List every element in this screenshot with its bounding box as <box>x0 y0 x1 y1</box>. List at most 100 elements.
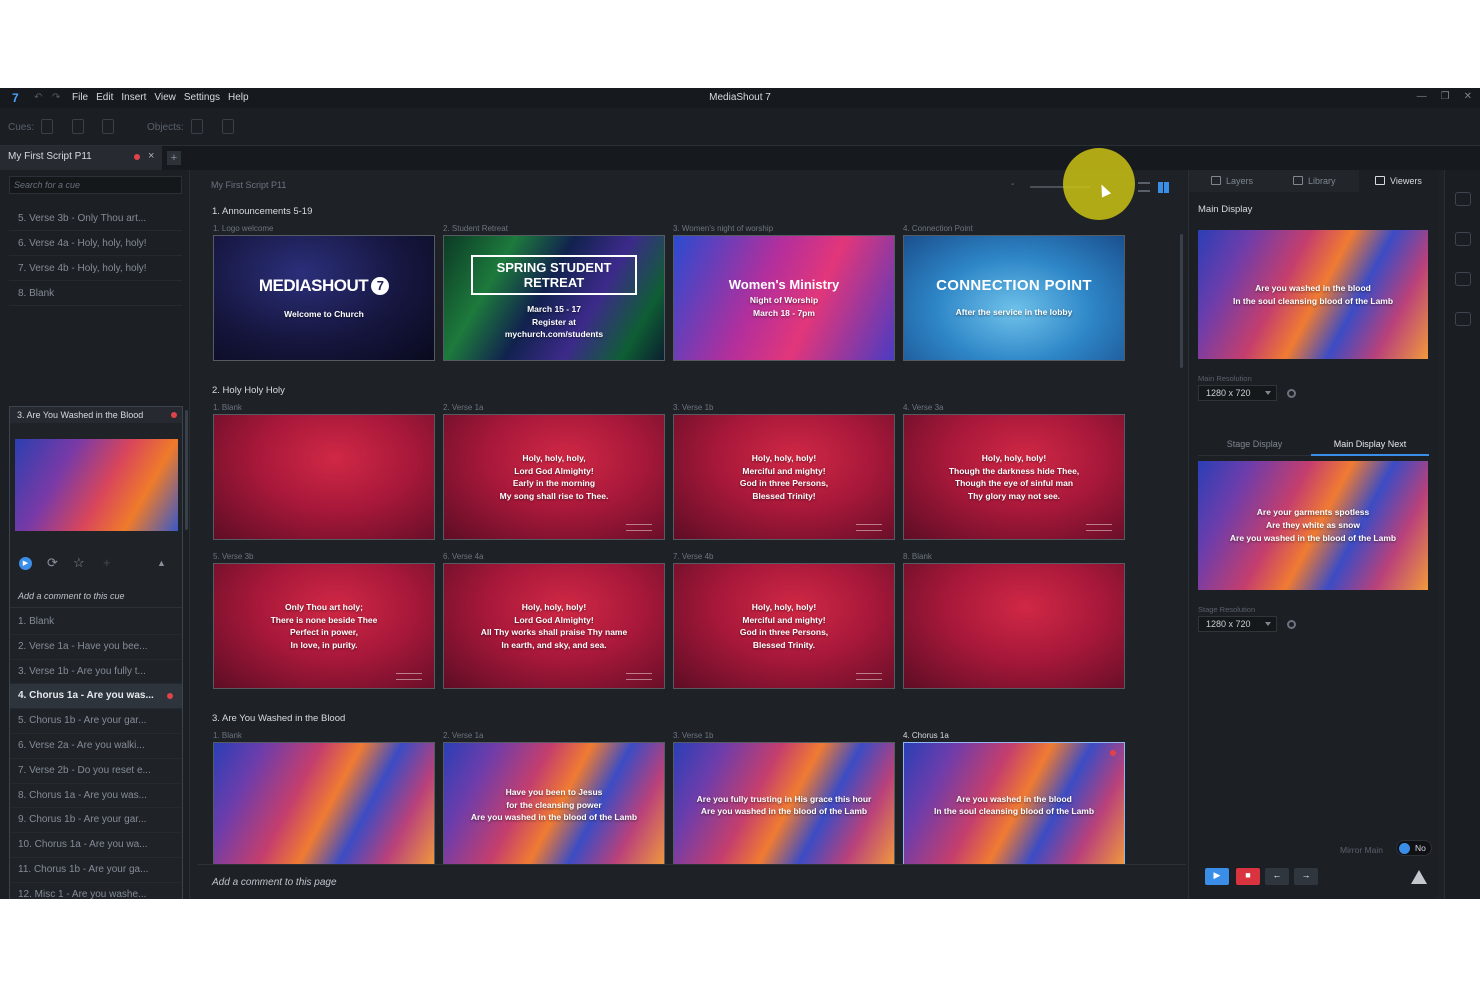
cue-comment[interactable]: Add a comment to this cue <box>10 586 182 608</box>
tab-library[interactable]: Library <box>1293 170 1355 192</box>
clipboard-icon[interactable] <box>1455 312 1471 326</box>
tab-viewers[interactable]: Viewers <box>1359 170 1439 192</box>
grid-view-icon[interactable] <box>1158 182 1169 193</box>
list-item[interactable]: 7. Verse 4b - Holy, holy, holy! <box>9 256 182 281</box>
slide-label: 4. Connection Point <box>903 224 973 233</box>
list-item[interactable]: 5. Chorus 1b - Are your gar... <box>10 709 182 734</box>
live-dot-icon <box>171 412 177 418</box>
list-item[interactable]: 11. Chorus 1b - Are your ga... <box>10 858 182 883</box>
collapse-icon[interactable]: ▲ <box>157 558 166 568</box>
cue-search-input[interactable] <box>9 176 182 194</box>
tab-layers[interactable]: Layers <box>1211 170 1271 192</box>
slide-thumbnail[interactable]: Women's Ministry Night of Worship March 1… <box>673 235 895 361</box>
list-view-icon[interactable] <box>1138 182 1150 192</box>
menu-help[interactable]: Help <box>228 92 249 103</box>
gear-icon[interactable] <box>1287 620 1296 629</box>
slide-thumbnail[interactable]: Are you fully trusting in His grace this… <box>673 742 895 864</box>
slide-thumbnail[interactable]: MEDIASHOUT 7 Welcome to Church <box>213 235 435 361</box>
restore-icon[interactable]: ❐ <box>1441 91 1450 102</box>
star-icon[interactable] <box>1455 272 1471 286</box>
text-object-icon[interactable] <box>191 119 203 134</box>
list-item[interactable]: 4. Chorus 1a - Are you was... <box>10 684 182 710</box>
warning-icon[interactable] <box>1411 870 1427 884</box>
slide-thumbnail[interactable]: SPRING STUDENT RETREAT March 15 - 17 Regi… <box>443 235 665 361</box>
list-item[interactable]: 6. Verse 4a - Holy, holy, holy! <box>9 231 182 256</box>
list-item[interactable]: 8. Blank <box>9 281 182 306</box>
page-comment[interactable]: Add a comment to this page <box>197 864 1186 899</box>
section-title[interactable]: 2. Holy Holy Holy <box>212 385 285 396</box>
wrench-icon[interactable] <box>1455 232 1471 246</box>
menu-edit[interactable]: Edit <box>96 92 113 103</box>
stage-resolution-select[interactable]: 1280 x 720 <box>1198 616 1277 632</box>
close-tab-icon[interactable]: × <box>148 150 154 162</box>
arrow-right-icon: → <box>1301 870 1311 880</box>
slide-thumbnail[interactable] <box>213 742 435 864</box>
slide-thumbnail[interactable]: Only Thou art holy; There is none beside… <box>213 563 435 689</box>
cue-header[interactable]: 3. Are You Washed in the Blood <box>10 407 182 423</box>
new-cue-icon[interactable] <box>41 119 53 134</box>
monitor-icon <box>1375 176 1385 185</box>
minimize-icon[interactable]: — <box>1417 91 1427 102</box>
list-item[interactable]: 5. Verse 3b - Only Thou art... <box>9 206 182 231</box>
slide-thumbnail[interactable]: Holy, holy, holy! Merciful and mighty! G… <box>673 563 895 689</box>
slide-thumbnail[interactable] <box>903 563 1125 689</box>
menu-insert[interactable]: Insert <box>121 92 146 103</box>
list-item[interactable]: 8. Chorus 1a - Are you was... <box>10 784 182 809</box>
loop-icon[interactable]: ⟳ <box>47 555 58 571</box>
list-item[interactable]: 1. Blank <box>10 610 182 635</box>
left-scrollbar[interactable] <box>185 410 188 530</box>
slide-thumbnail[interactable]: Holy, holy, holy, Lord God Almighty! Ear… <box>443 414 665 540</box>
list-item[interactable]: 6. Verse 2a - Are you walki... <box>10 734 182 759</box>
link-icon[interactable] <box>1455 192 1471 206</box>
slide-thumbnail[interactable]: Holy, holy, holy! Merciful and mighty! G… <box>673 414 895 540</box>
list-item[interactable]: 7. Verse 2b - Do you reset e... <box>10 759 182 784</box>
menu-bar: File Edit Insert View Settings Help <box>72 92 249 103</box>
previous-button[interactable]: ← <box>1265 868 1289 885</box>
menu-view[interactable]: View <box>154 92 176 103</box>
live-dot-icon <box>167 693 173 700</box>
gear-icon[interactable] <box>1287 389 1296 398</box>
slide-thumbnail[interactable]: CONNECTION POINT After the service in the… <box>903 235 1125 361</box>
close-window-icon[interactable]: ✕ <box>1464 91 1472 102</box>
script-tab[interactable]: My First Script P11 × <box>0 146 162 170</box>
shape-object-icon[interactable] <box>222 119 234 134</box>
cue-thumbnail[interactable] <box>15 439 178 531</box>
list-item[interactable]: 2. Verse 1a - Have you bee... <box>10 635 182 660</box>
zoom-out-icon[interactable]: - <box>1011 179 1014 190</box>
slide-text: Are you fully trusting in His grace this… <box>696 793 872 817</box>
grid-scrollbar[interactable] <box>1180 234 1183 368</box>
menu-file[interactable]: File <box>72 92 88 103</box>
slide-thumbnail[interactable] <box>213 414 435 540</box>
tab-stage-display[interactable]: Stage Display <box>1198 434 1311 456</box>
add-tab-button[interactable]: + <box>167 151 181 165</box>
section-title[interactable]: 1. Announcements 5-19 <box>212 206 312 217</box>
menu-settings[interactable]: Settings <box>184 92 220 103</box>
mirror-main-toggle[interactable]: No <box>1396 840 1432 856</box>
go-live-button[interactable]: ▶ <box>1205 868 1229 885</box>
slide-thumbnail[interactable]: Holy, holy, holy! Though the darkness hi… <box>903 414 1125 540</box>
audio-cue-icon[interactable] <box>72 119 84 134</box>
breadcrumb: My First Script P11 <box>211 180 287 190</box>
add-icon[interactable]: + <box>103 555 111 570</box>
redo-icon[interactable]: ↷ <box>52 92 60 103</box>
copyright-footer <box>856 673 882 680</box>
next-button[interactable]: → <box>1294 868 1318 885</box>
copyright-footer <box>856 524 882 531</box>
slide-thumbnail[interactable]: Holy, holy, holy! Lord God Almighty! All… <box>443 563 665 689</box>
list-item[interactable]: 12. Misc 1 - Are you washe... <box>10 883 182 899</box>
slide-thumbnail[interactable]: Have you been to Jesus for the cleansing… <box>443 742 665 864</box>
favorite-star-icon[interactable]: ☆ <box>73 555 85 571</box>
slide-text: Holy, holy, holy! Merciful and mighty! G… <box>739 453 829 501</box>
list-item[interactable]: 9. Chorus 1b - Are your gar... <box>10 808 182 834</box>
stop-button[interactable]: ■ <box>1236 868 1260 885</box>
slide-thumbnail[interactable]: Are you washed in the blood In the soul … <box>903 742 1125 864</box>
section-title[interactable]: 3. Are You Washed in the Blood <box>212 713 345 724</box>
undo-icon[interactable]: ↶ <box>34 92 42 103</box>
tab-main-display-next[interactable]: Main Display Next <box>1311 434 1429 456</box>
play-cue-icon[interactable]: ▶ <box>19 557 32 570</box>
list-item[interactable]: 10. Chorus 1a - Are you wa... <box>10 833 182 858</box>
list-item[interactable]: 3. Verse 1b - Are you fully t... <box>10 660 182 685</box>
mirror-main-value: No <box>1415 843 1426 853</box>
main-resolution-select[interactable]: 1280 x 720 <box>1198 385 1277 401</box>
media-cue-icon[interactable] <box>102 119 114 134</box>
